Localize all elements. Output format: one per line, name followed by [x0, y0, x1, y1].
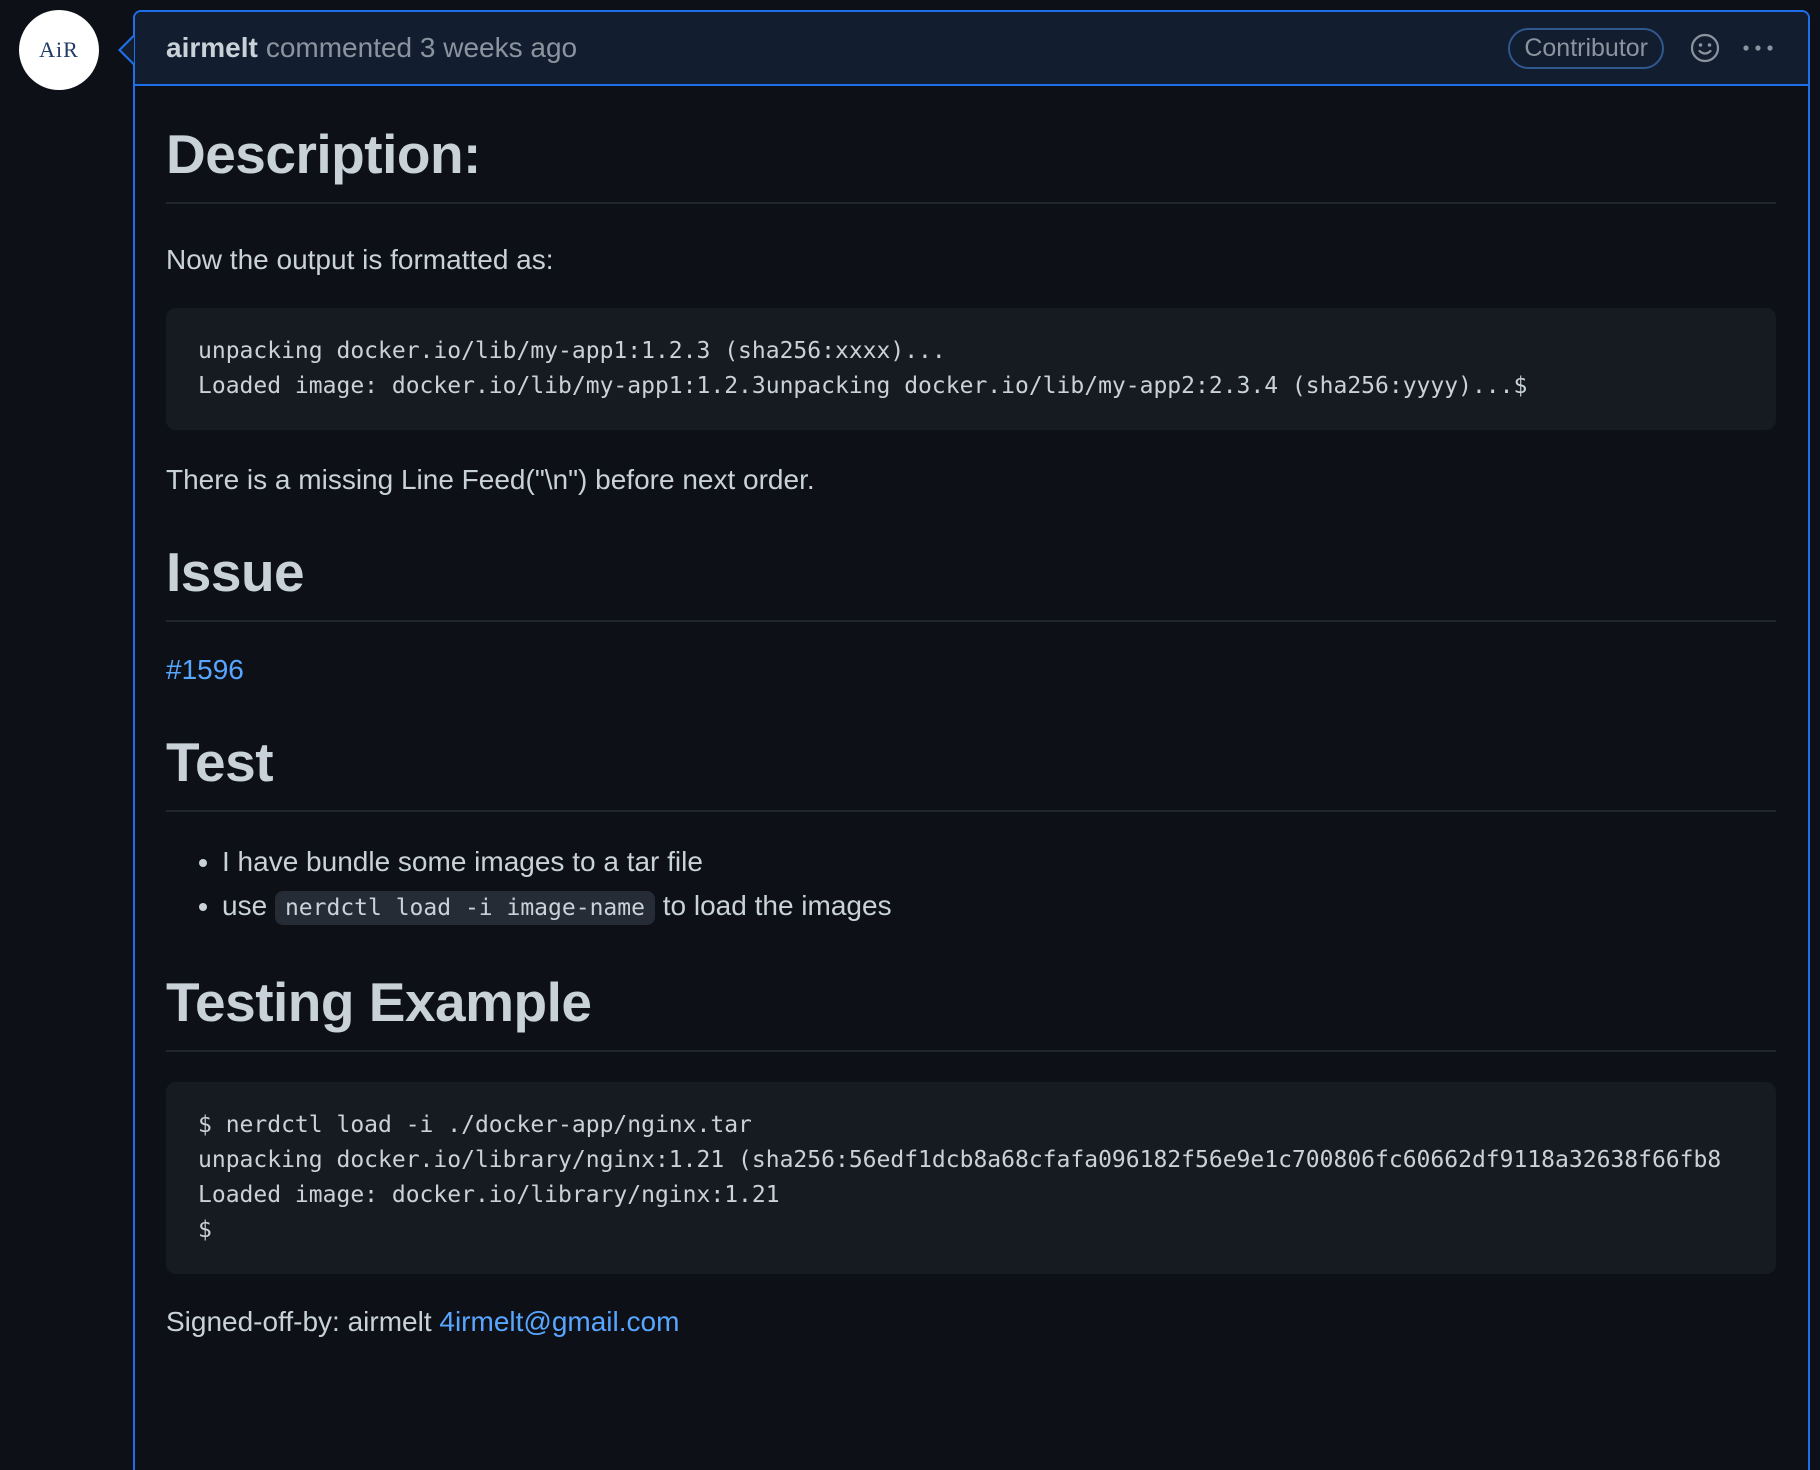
list-item: I have bundle some images to a tar file [222, 840, 1776, 884]
heading-description: Description: [166, 122, 1776, 204]
heading-issue: Issue [166, 540, 1776, 622]
kebab-horizontal-icon[interactable] [1740, 33, 1776, 63]
header-actions: Contributor [1508, 27, 1776, 69]
signoff-text: Signed-off-by: airmelt [166, 1306, 432, 1337]
code-block-example: $ nerdctl load -i ./docker-app/nginx.tar… [166, 1082, 1776, 1274]
list-item: use nerdctl load -i image-name to load t… [222, 884, 1776, 930]
smiley-icon[interactable] [1690, 33, 1720, 63]
code-line: Loaded image: docker.io/lib/my-app1:1.2.… [198, 373, 1528, 399]
issue-link[interactable]: #1596 [166, 654, 244, 685]
code-line: $ nerdctl load -i ./docker-app/nginx.tar [198, 1112, 752, 1138]
comment-timestamp[interactable]: commented 3 weeks ago [266, 32, 577, 64]
test-list: I have bundle some images to a tar file … [166, 840, 1776, 930]
comment-box: airmelt commented 3 weeks ago Contributo… [133, 10, 1810, 1470]
description-intro: Now the output is formatted as: [166, 244, 554, 275]
comment-pointer-inner [121, 37, 134, 63]
author-link[interactable]: airmelt [166, 32, 258, 64]
comment-header: airmelt commented 3 weeks ago Contributo… [135, 12, 1808, 86]
description-note: There is a missing Line Feed("\n") befor… [166, 464, 815, 495]
avatar-logo-text: AiR [39, 37, 79, 62]
email-link[interactable]: 4irmelt@gmail.com [439, 1306, 679, 1337]
code-line: unpacking docker.io/lib/my-app1:1.2.3 (s… [198, 338, 946, 364]
code-line: unpacking docker.io/library/nginx:1.21 (… [198, 1147, 1722, 1173]
code-block-output: unpacking docker.io/lib/my-app1:1.2.3 (s… [166, 308, 1776, 430]
code-line: Loaded image: docker.io/library/nginx:1.… [198, 1182, 780, 1208]
heading-testing-example: Testing Example [166, 970, 1776, 1052]
comment-body: Description: Now the output is formatted… [135, 122, 1808, 1342]
signoff-line: Signed-off-by: airmelt 4irmelt@gmail.com [166, 1302, 1776, 1342]
avatar[interactable]: AiR [19, 10, 99, 90]
contributor-badge: Contributor [1508, 27, 1664, 69]
inline-code: nerdctl load -i image-name [274, 891, 655, 925]
heading-test: Test [166, 730, 1776, 812]
code-line: $ [198, 1217, 212, 1243]
